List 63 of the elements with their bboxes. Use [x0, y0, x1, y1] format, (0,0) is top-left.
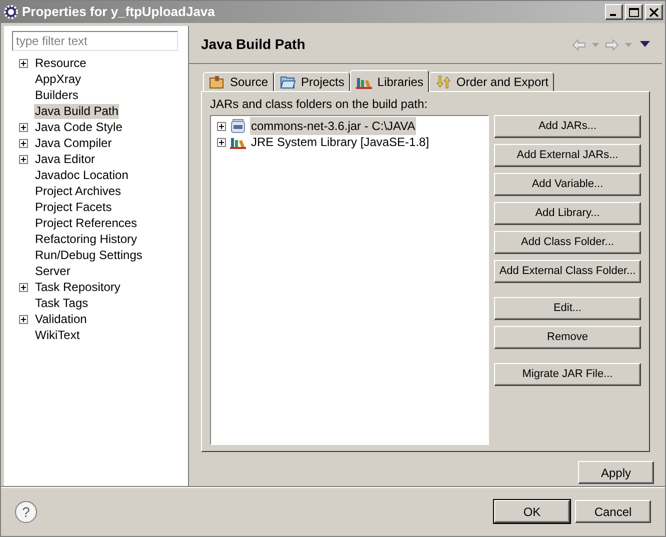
action-button[interactable]: Remove: [494, 326, 641, 349]
tree-item[interactable]: Java Compiler: [34, 136, 113, 150]
tab[interactable]: Projects: [274, 72, 350, 91]
close-icon: [649, 8, 659, 16]
tree-item[interactable]: Validation: [34, 312, 88, 326]
tree-item[interactable]: Java Code Style: [34, 120, 124, 134]
tree-item[interactable]: Run/Debug Settings: [34, 248, 144, 262]
expand-icon[interactable]: [19, 314, 28, 324]
expand-icon[interactable]: [217, 138, 226, 146]
expand-icon[interactable]: [19, 58, 28, 68]
tree-item[interactable]: Refactoring History: [34, 232, 138, 246]
tree-item[interactable]: Project References: [34, 216, 138, 230]
tree-item[interactable]: Server: [34, 264, 72, 278]
tree-item[interactable]: Task Repository: [34, 280, 122, 294]
close-button[interactable]: [645, 4, 663, 20]
gear-icon: [3, 4, 19, 20]
action-button[interactable]: Add External Class Folder...: [494, 260, 641, 283]
help-button[interactable]: ?: [15, 500, 37, 522]
tree-item[interactable]: Builders: [34, 88, 80, 102]
tree-item[interactable]: Java Build Path: [34, 104, 120, 118]
menu-arrow-icon[interactable]: [640, 41, 650, 48]
tab[interactable]: Order and Export: [429, 72, 554, 91]
expand-icon[interactable]: [19, 282, 28, 292]
list-label: JARs and class folders on the build path:: [210, 96, 428, 112]
tree-item[interactable]: AppXray: [34, 72, 82, 86]
action-button[interactable]: Add Variable...: [494, 173, 641, 196]
apply-button[interactable]: Apply: [578, 461, 654, 484]
tree-item[interactable]: Javadoc Location: [34, 168, 130, 182]
build-path-list[interactable]: commons-net-3.6.jar - C:\JAVA JRE System Library [JavaSE-1.8]: [210, 115, 489, 445]
expand-icon[interactable]: [19, 122, 28, 132]
books-icon: [230, 135, 246, 149]
tree-item[interactable]: Task Tags: [34, 296, 90, 310]
tab[interactable]: Libraries: [350, 70, 430, 92]
expand-icon[interactable]: [19, 154, 28, 164]
library-entry[interactable]: commons-net-3.6.jar - C:\JAVA: [250, 117, 416, 135]
package-folder-icon: [209, 75, 225, 89]
folder-icon: [280, 75, 296, 89]
minimize-icon: [610, 14, 616, 16]
dialog-button[interactable]: Cancel: [575, 500, 651, 523]
tree-item[interactable]: WikiText: [34, 328, 81, 342]
maximize-icon: [629, 8, 639, 16]
library-entry[interactable]: JRE System Library [JavaSE-1.8]: [250, 133, 430, 151]
up-down-arrows-icon: [435, 75, 452, 89]
tree-item[interactable]: Resource: [34, 56, 88, 70]
action-button[interactable]: Edit...: [494, 297, 641, 320]
action-button[interactable]: Add External JARs...: [494, 144, 641, 167]
action-button[interactable]: Add JARs...: [494, 115, 641, 138]
filter-field[interactable]: type filter text: [12, 31, 178, 51]
tree-item[interactable]: Project Archives: [34, 184, 122, 198]
minimize-button[interactable]: [605, 4, 623, 20]
tree-item[interactable]: Java Editor: [34, 152, 96, 166]
jar-icon: [230, 119, 246, 133]
tree-item[interactable]: Project Facets: [34, 200, 113, 214]
action-button[interactable]: Add Library...: [494, 202, 641, 225]
expand-icon[interactable]: [19, 138, 28, 148]
expand-icon[interactable]: [217, 122, 226, 130]
window-title: Properties for y_ftpUploadJava: [22, 3, 216, 22]
action-button[interactable]: Migrate JAR File...: [494, 363, 641, 386]
action-button[interactable]: Add Class Folder...: [494, 231, 641, 254]
maximize-button[interactable]: [625, 4, 643, 20]
tab[interactable]: Source: [203, 72, 274, 91]
page-title: Java Build Path: [201, 35, 306, 54]
dialog-button[interactable]: OK: [494, 500, 570, 523]
